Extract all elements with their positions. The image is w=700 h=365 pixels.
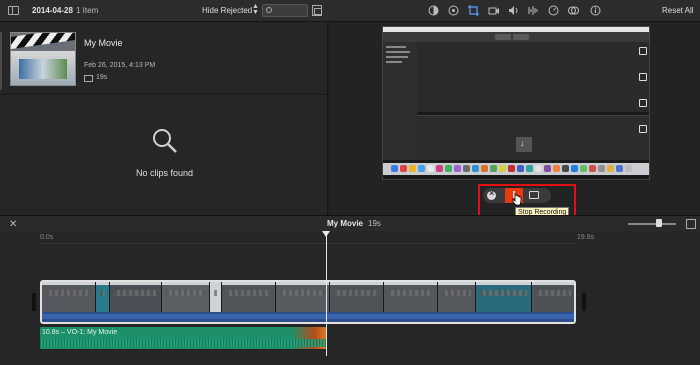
viewer-preview [382, 26, 650, 180]
timeline-header: ✕ My Movie 19s [0, 215, 700, 231]
cancel-recording-button[interactable] [487, 188, 496, 200]
item-count: 1 Item [76, 6, 99, 15]
video-clip[interactable] [40, 280, 576, 324]
audio-clip-label: 10.8s – VO-1: My Movie [42, 329, 118, 336]
divider [0, 94, 328, 95]
clip-frame [110, 282, 162, 312]
clip-frame [210, 282, 222, 312]
info-icon[interactable] [590, 5, 601, 16]
timeline-ruler [40, 243, 576, 244]
clip-frame [42, 282, 96, 312]
playhead-triangle-icon[interactable] [322, 231, 330, 237]
clip-frame [384, 282, 438, 312]
pointer-cursor-icon [512, 192, 522, 206]
ruler-start-label: 0.0s [40, 234, 54, 241]
project-duration: 19s [368, 219, 381, 228]
media-browser: My Movie Feb 26, 2015, 4:13 PM 19s No cl… [0, 22, 328, 215]
color-correction-icon[interactable] [448, 5, 459, 16]
browser-toolbar: 2014-04-28 1 Item Hide Rejected ▲ ▼ [0, 0, 328, 22]
preview-timeline [417, 115, 649, 160]
noise-reduction-icon[interactable] [528, 5, 539, 16]
clip-title: My Movie [84, 38, 123, 48]
hide-rejected-popup[interactable]: Hide Rejected [202, 6, 252, 15]
clip-appearance-icon[interactable] [312, 5, 322, 16]
sidebar-toggle-icon[interactable] [8, 6, 19, 15]
zoom-slider-knob[interactable] [656, 219, 662, 227]
search-icon [266, 7, 272, 13]
clip-duration: 19s [96, 74, 108, 81]
empty-state-message: No clips found [136, 168, 194, 178]
clip-frame [96, 282, 110, 312]
clip-frame [276, 282, 330, 312]
event-title: 2014-04-28 [32, 6, 73, 15]
reset-all-button[interactable]: Reset All [662, 6, 694, 15]
voiceover-audio-clip[interactable]: 10.8s – VO-1: My Movie [40, 327, 326, 349]
clip-audio-waveform [42, 312, 574, 322]
project-title: My Movie [327, 219, 364, 228]
trim-handle-left[interactable] [32, 293, 36, 311]
preview-browser [417, 42, 649, 112]
clapperboard-icon [11, 33, 75, 49]
clip-frame [162, 282, 210, 312]
speed-icon[interactable] [548, 5, 559, 16]
clip-frame [222, 282, 276, 312]
clip-thumbnail[interactable] [10, 32, 76, 86]
ruler-end-label: 19.8s [577, 234, 595, 241]
adjustment-toolbar [328, 0, 700, 22]
clip-frame [330, 282, 384, 312]
preview-sidebar [383, 42, 417, 160]
clip-frame [476, 282, 532, 312]
preview-toolbar [383, 32, 649, 42]
clip-list-item[interactable]: My Movie Feb 26, 2015, 4:13 PM 19s [0, 28, 328, 90]
viewer: Stop Recording [329, 22, 700, 220]
zoom-slider[interactable] [628, 223, 676, 225]
timeline-settings-icon[interactable] [686, 219, 696, 229]
trim-handle-right[interactable] [582, 293, 586, 311]
crop-icon[interactable] [468, 5, 479, 16]
top-toolbar: 2014-04-28 1 Item Hide Rejected ▲ ▼ Rese… [0, 0, 700, 22]
volume-icon[interactable] [508, 5, 519, 16]
playhead[interactable] [326, 236, 327, 356]
clip-date: Feb 26, 2015, 4:13 PM [84, 62, 156, 69]
color-balance-icon[interactable] [428, 5, 439, 16]
preview-right-icons [637, 47, 649, 147]
search-input[interactable] [262, 4, 308, 17]
popup-arrows-icon: ▲ ▼ [252, 3, 259, 16]
timeline[interactable]: 0.0s 19.8s 10.8s – VO-1: My Movie [0, 231, 700, 365]
audio-waveform [40, 339, 326, 347]
film-icon [84, 75, 93, 82]
clip-frame [532, 282, 574, 312]
clip-frame [438, 282, 476, 312]
voiceover-options-icon[interactable] [529, 191, 539, 199]
preview-dock [383, 163, 649, 175]
stabilization-icon[interactable] [488, 5, 499, 16]
clip-filter-icon[interactable] [568, 5, 579, 16]
imovie-window: 2014-04-28 1 Item Hide Rejected ▲ ▼ Rese… [0, 0, 700, 365]
magnifier-icon [152, 128, 178, 154]
close-icon[interactable]: ✕ [9, 219, 17, 230]
import-icon [516, 137, 532, 152]
